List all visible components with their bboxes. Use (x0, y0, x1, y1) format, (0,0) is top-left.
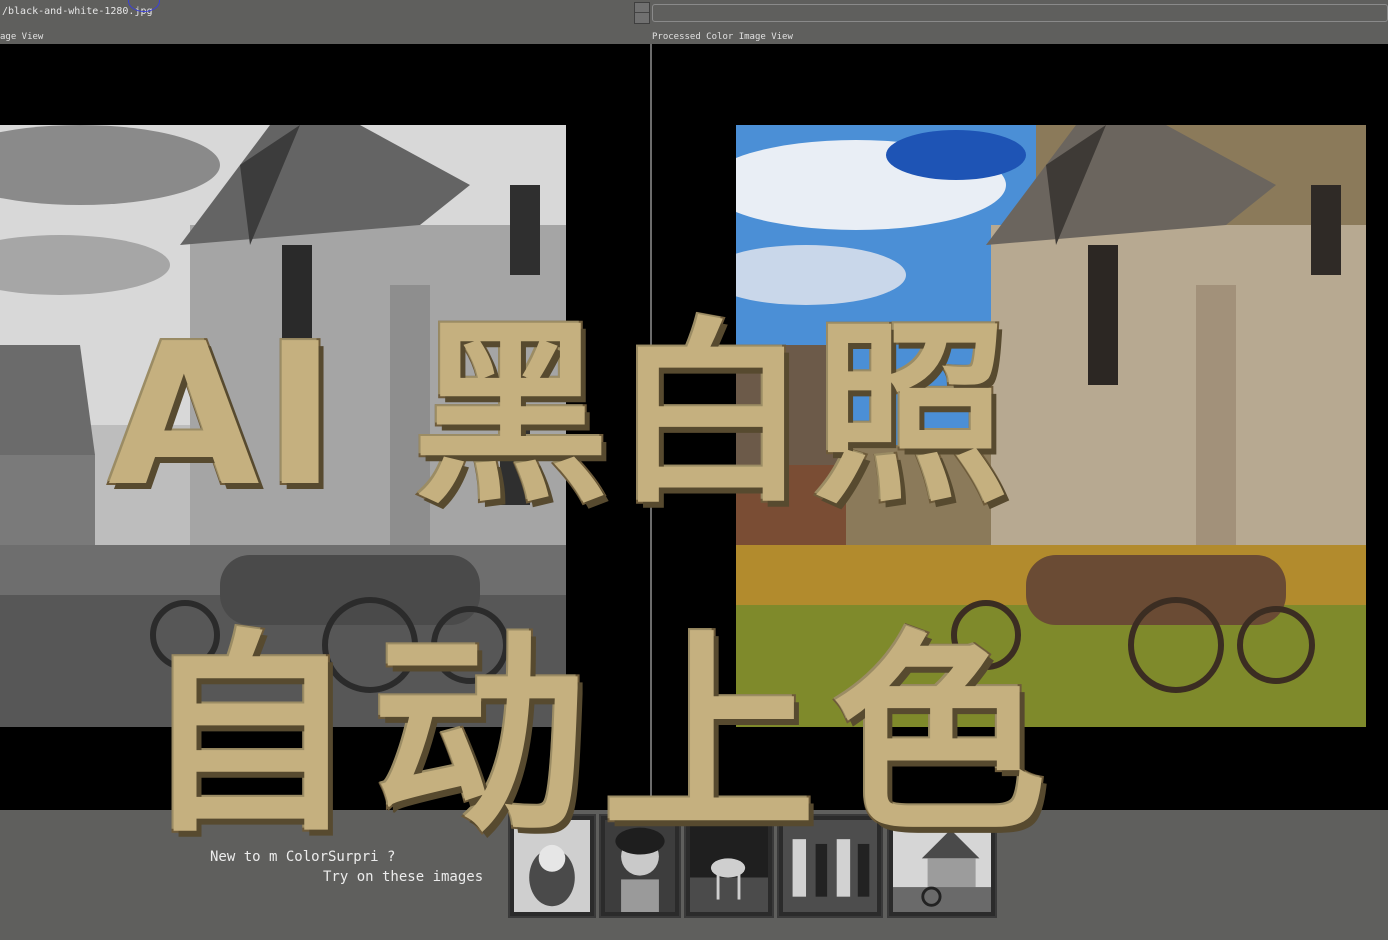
top-toolbar: /black-and-white-1280.jpg (0, 0, 1388, 30)
try-prompt-line2: Try on these images (323, 869, 484, 885)
search-input[interactable] (652, 4, 1388, 22)
file-path-field[interactable]: /black-and-white-1280.jpg (0, 2, 622, 22)
overlay-title-line1: AI 黑白照 (106, 302, 1013, 530)
processed-view-label: Processed Color Image View (652, 32, 793, 42)
overlay-title-line2: 自动上色 (140, 612, 1062, 861)
original-view-label: age View (0, 32, 44, 42)
up-down-stepper-icon[interactable] (634, 2, 650, 24)
